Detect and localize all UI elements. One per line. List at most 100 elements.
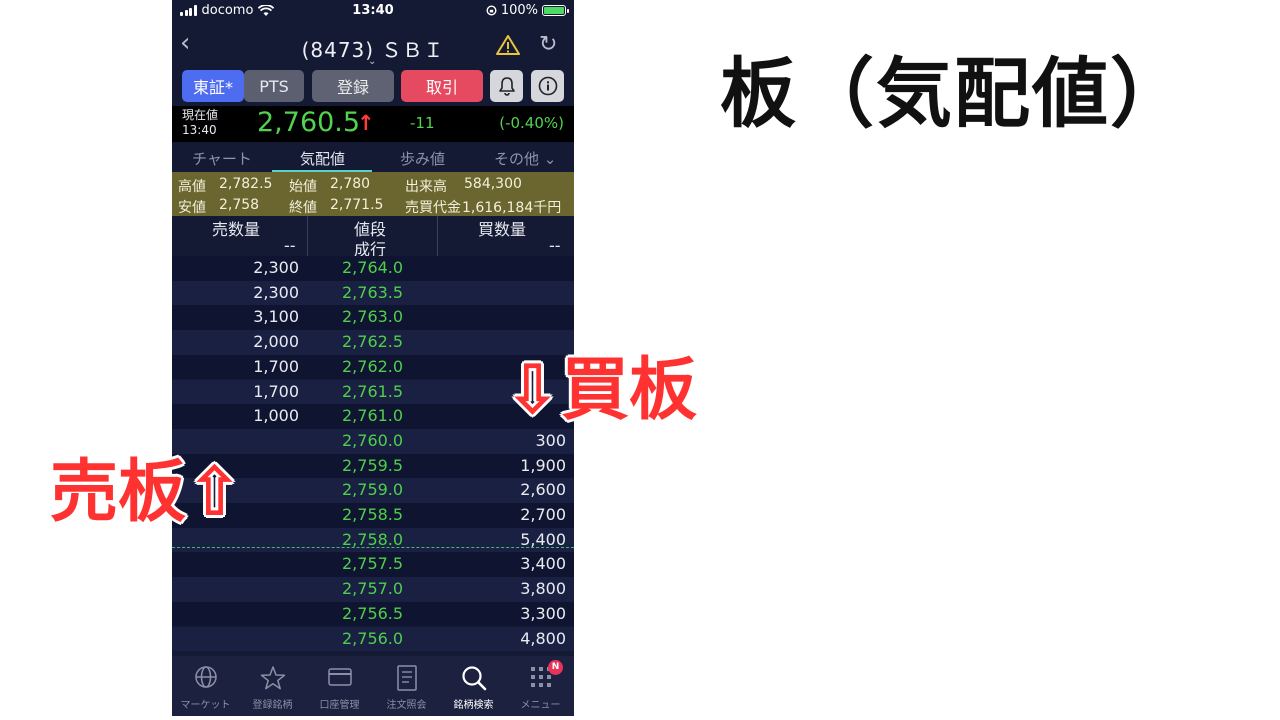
star-icon (239, 665, 306, 693)
sell-qty: 2,300 (253, 258, 299, 277)
bottom-nav: マーケット 登録銘柄 口座管理 注文照会 銘柄検索 メニュー N (172, 656, 574, 716)
nav-item-label: メニュー (520, 700, 561, 711)
sell-qty: 2,000 (253, 332, 299, 352)
status-bar: docomo 13:40 100% (172, 0, 574, 22)
reload-icon[interactable]: ↻ (539, 32, 557, 57)
price: 2,757.5 (342, 554, 404, 574)
warning-icon[interactable] (496, 34, 520, 56)
buy-qty: 2,700 (520, 505, 566, 524)
up-arrow-icon: ↑ (357, 111, 375, 135)
tab-board[interactable]: 気配値 (300, 148, 345, 169)
order-book-header: 売数量 値段 買数量 -- 成行 -- (172, 216, 574, 259)
buy-qty: 2,600 (520, 480, 566, 500)
price: 2,762.0 (342, 356, 404, 376)
nav-item-star[interactable]: 登録銘柄 (239, 656, 306, 716)
nav-item-card[interactable]: 口座管理 (306, 656, 373, 716)
price: 2,762.5 (342, 332, 404, 352)
price: 2,759.0 (342, 480, 404, 500)
turnover-label: 売買代金 (405, 200, 461, 216)
sell-market-dash: -- (284, 236, 296, 255)
nav-item-label: 登録銘柄 (252, 700, 293, 711)
volume-label: 出来高 (405, 179, 447, 195)
bell-icon (498, 77, 515, 96)
market-pts-button[interactable]: PTS (244, 70, 304, 102)
low-label: 安値 (178, 200, 206, 216)
nav-item-label: 口座管理 (319, 700, 360, 711)
nav-item-document[interactable]: 注文照会 (373, 656, 440, 716)
stats-panel: 高値 2,782.5 始値 2,780 出来高 584,300 安値 2,758… (172, 172, 574, 216)
buy-qty: 3,400 (520, 554, 566, 574)
current-price-row: 現在値 13:40 2,760.5 ↑ -11 (-0.40%) (172, 106, 574, 142)
turnover-value: 1,616,184千円 (462, 200, 562, 216)
ask-board-callout: 売板⇧ (50, 453, 243, 532)
nav-item-search[interactable]: 銘柄検索 (440, 656, 507, 716)
sell-qty: 2,300 (253, 282, 299, 302)
high-label: 高値 (178, 179, 206, 195)
price: 2,758.0 (342, 529, 404, 549)
buy-qty: 3,800 (520, 579, 566, 599)
battery-percent: 100% (500, 3, 538, 18)
order-book-row[interactable]: 2,757.5 3,400 (172, 552, 574, 578)
bid-board-callout: ⇩買板 (504, 351, 697, 430)
tab-steps[interactable]: 歩み値 (400, 148, 445, 169)
price: 2,756.0 (342, 628, 404, 648)
buy-qty: 1,900 (520, 455, 566, 475)
sell-qty-header: 売数量 (212, 220, 261, 239)
card-icon (306, 665, 373, 693)
trade-button[interactable]: 取引 (401, 70, 483, 102)
price: 2,756.5 (342, 603, 404, 623)
sell-qty: 3,100 (253, 307, 299, 327)
close-value: 2,771.5 (330, 197, 384, 213)
order-book-row[interactable]: 2,756.0 4,800 (172, 626, 574, 652)
buy-qty: 5,400 (520, 529, 566, 549)
low-value: 2,758 (219, 197, 260, 213)
info-icon (538, 76, 557, 96)
order-book-row[interactable]: 3,100 2,763.0 (172, 305, 574, 331)
nav-bar: ‹ (8473) ＳＢＩ ⌄ ↻ (172, 22, 574, 68)
order-book-row[interactable]: 2,300 2,763.5 (172, 280, 574, 306)
tab-other[interactable]: その他 ⌄ (494, 148, 556, 169)
info-button[interactable] (531, 70, 564, 102)
grid-icon (507, 665, 574, 693)
tab-chart[interactable]: チャート (192, 148, 252, 169)
buy-qty: 3,300 (520, 603, 566, 623)
buy-qty: 4,800 (520, 628, 566, 648)
alert-button[interactable] (490, 70, 523, 102)
close-label: 終値 (289, 200, 317, 216)
sell-qty: 1,700 (253, 356, 299, 376)
price: 2,764.0 (342, 258, 404, 277)
price: 2,761.0 (342, 406, 404, 426)
battery-icon (542, 5, 569, 16)
buy-qty: 300 (535, 430, 566, 450)
open-value: 2,780 (330, 176, 371, 192)
price: 2,763.5 (342, 282, 404, 302)
high-value: 2,782.5 (219, 176, 273, 192)
order-book-row[interactable]: 2,756.5 3,300 (172, 601, 574, 627)
price: 2,757.0 (342, 579, 404, 599)
market-tosho-button[interactable]: 東証* (182, 70, 244, 102)
price-change: -11 (410, 114, 435, 132)
nav-item-grid[interactable]: メニュー (507, 656, 574, 716)
order-book-row[interactable]: 2,300 2,764.0 (172, 256, 574, 281)
orientation-lock-icon (486, 5, 497, 16)
sell-qty: 1,000 (253, 406, 299, 426)
nav-item-label: マーケット (180, 700, 231, 711)
notification-badge: N (548, 660, 563, 675)
globe-icon (172, 665, 239, 693)
price: 2,760.0 (342, 430, 404, 450)
action-buttons: 東証* PTS 登録 取引 (172, 70, 574, 104)
column-divider (437, 216, 438, 256)
price: 2,759.5 (342, 455, 404, 475)
bid-ask-divider (172, 547, 574, 548)
register-button[interactable]: 登録 (312, 70, 394, 102)
nav-item-globe[interactable]: マーケット (172, 656, 239, 716)
order-book-row[interactable]: 2,757.0 3,800 (172, 577, 574, 602)
current-price-value: 2,760.5 (257, 107, 361, 138)
sell-qty: 1,700 (253, 381, 299, 401)
chevron-down-icon[interactable]: ⌄ (368, 56, 376, 67)
price: 2,763.0 (342, 307, 404, 327)
current-price-label: 現在値 (182, 108, 219, 122)
buy-qty-header: 買数量 (478, 220, 527, 239)
nav-item-label: 注文照会 (386, 700, 427, 711)
price-change-percent: (-0.40%) (499, 114, 564, 132)
